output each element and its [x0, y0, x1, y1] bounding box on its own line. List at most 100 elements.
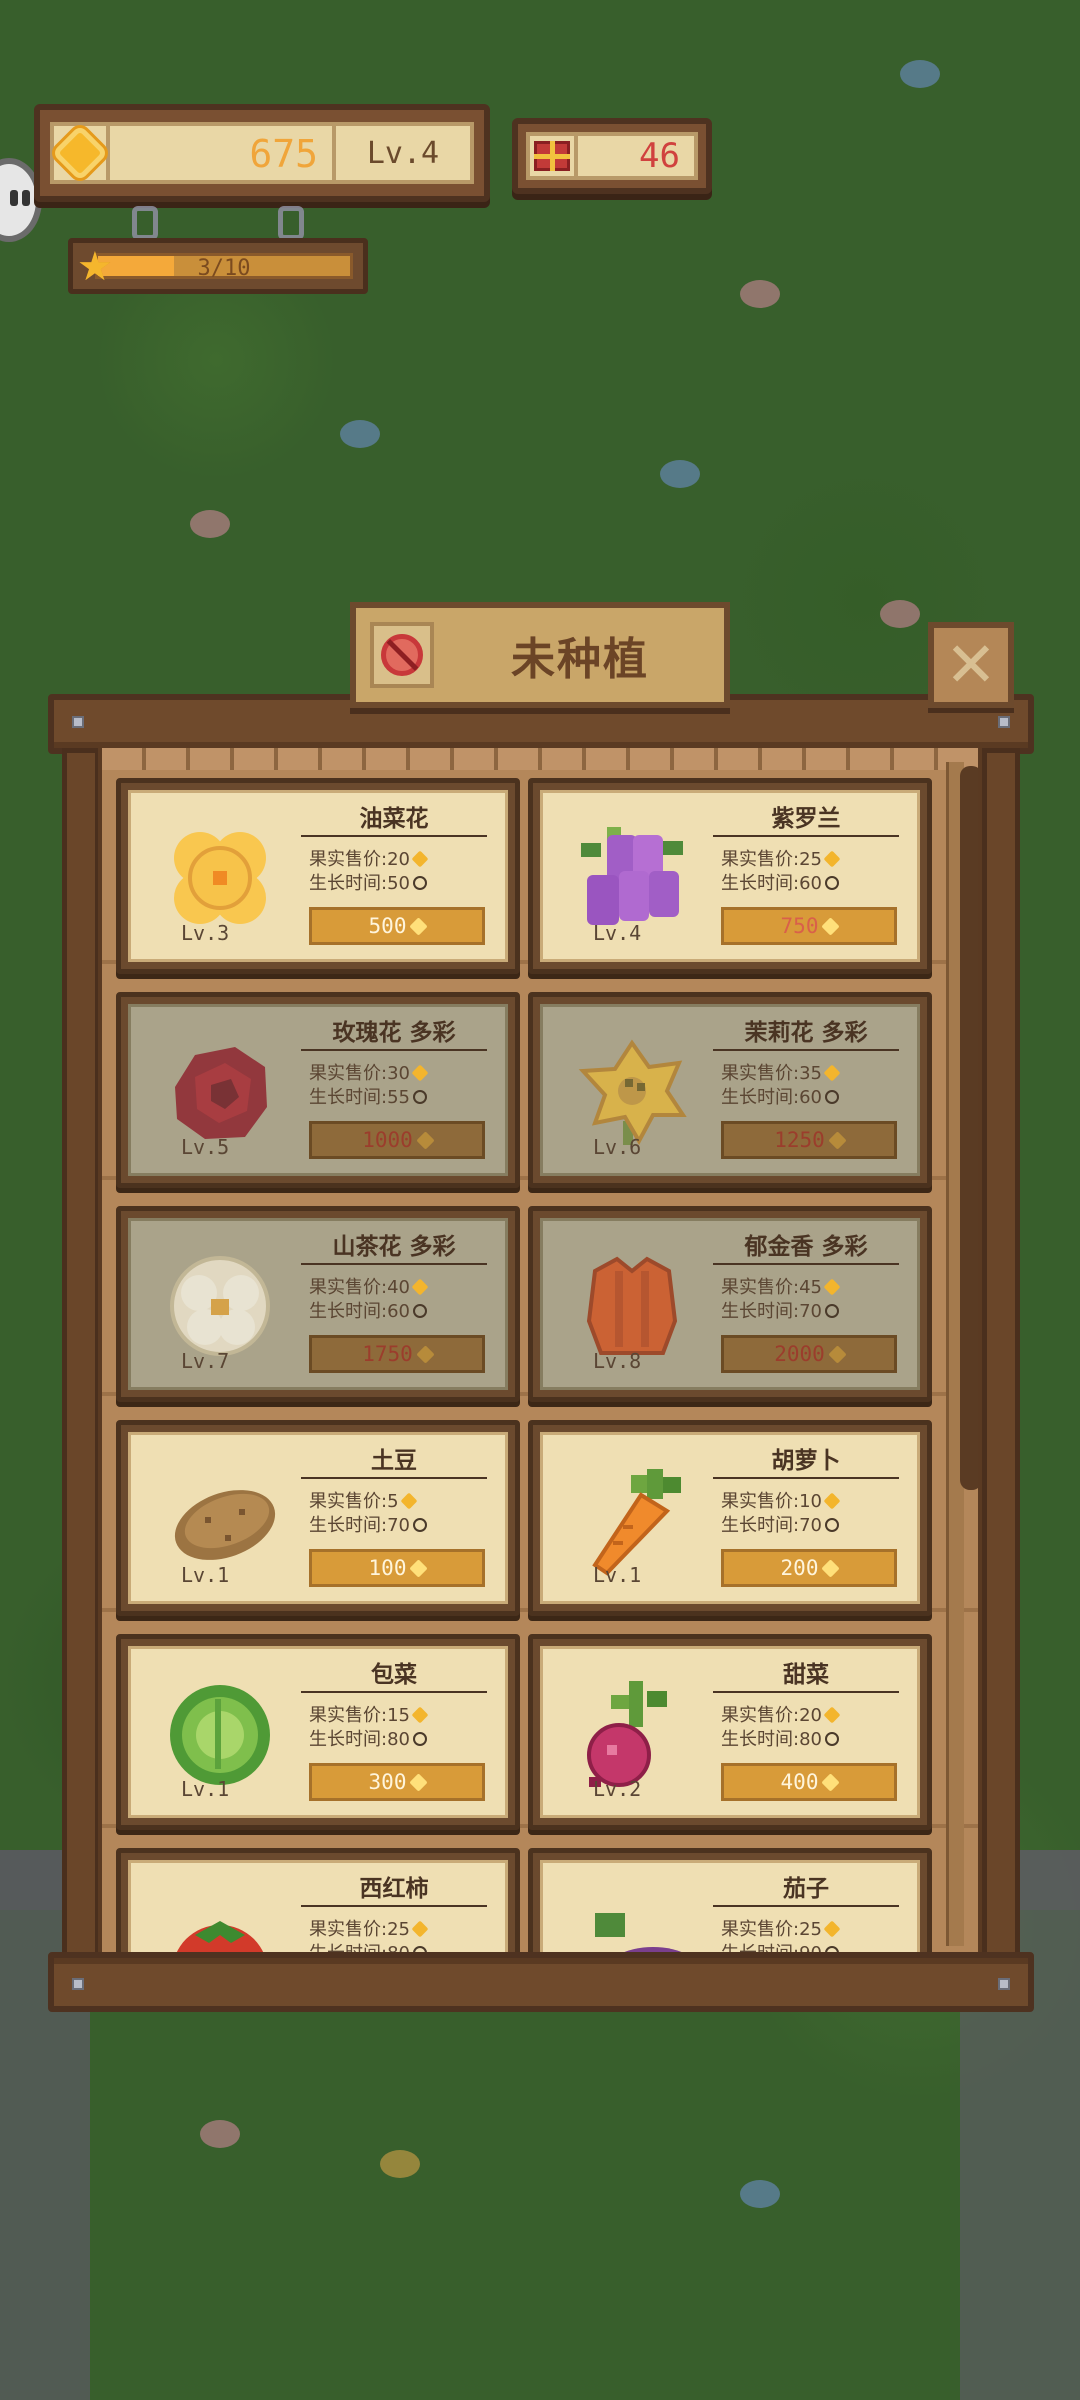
plant-list-board[interactable]: 油菜花 果实售价:20 生长时间:50 Lv.3 500 紫罗兰 果实售价:25 生长时间:6…: [98, 748, 982, 1954]
gift-icon: [534, 141, 570, 171]
grow-time-label: 生长时间:: [309, 1087, 388, 1108]
required-level: Lv.1: [593, 1563, 642, 1587]
seed-cost: 300: [368, 1770, 407, 1794]
plant-name: 包菜: [301, 1655, 487, 1693]
plant-name: 胡萝卜: [713, 1441, 899, 1479]
fruit-price-label: 果实售价:: [309, 1919, 388, 1940]
buy-seed-button[interactable]: 200: [721, 1549, 897, 1587]
coin-icon: [411, 850, 429, 868]
seed-cost: 200: [780, 1556, 819, 1580]
grow-time-line: 生长时间:70: [721, 1297, 839, 1323]
fruit-price-label: 果实售价:: [309, 1705, 388, 1726]
fruit-price-line: 果实售价:45: [721, 1273, 841, 1299]
grow-time-line: 生长时间:80: [309, 1725, 427, 1751]
clock-icon: [412, 1518, 427, 1532]
buy-seed-button[interactable]: 1000: [309, 1121, 485, 1159]
background-flower: [740, 280, 780, 308]
plant-name: 茉莉花 多彩: [713, 1013, 899, 1051]
plant-card-body: 胡萝卜 果实售价:10 生长时间:70 Lv.1 200: [540, 1432, 920, 1604]
fruit-price-label: 果实售价:: [309, 1277, 388, 1298]
fruit-price-label: 果实售价:: [721, 1491, 800, 1512]
tomato-icon: [155, 1883, 285, 1954]
clock-icon: [412, 1732, 427, 1746]
plant-card-body: 茄子 果实售价:25 生长时间:90: [540, 1860, 920, 1954]
buy-seed-button[interactable]: 100: [309, 1549, 485, 1587]
grow-time-line: 生长时间:55: [309, 1083, 427, 1109]
coin-icon: [823, 1920, 841, 1938]
buy-seed-button[interactable]: 1250: [721, 1121, 897, 1159]
grow-time-label: 生长时间:: [309, 1515, 388, 1536]
coin-icon: [823, 1064, 841, 1082]
clock-icon: [824, 1090, 839, 1104]
buy-seed-button[interactable]: 1750: [309, 1335, 485, 1373]
background-flower: [900, 60, 940, 88]
bolt-icon: [72, 1978, 84, 1990]
plant-card[interactable]: 包菜果实售价:15 生长时间:80 Lv.1 300: [116, 1634, 520, 1830]
plant-card[interactable]: 油菜花 果实售价:20 生长时间:50 Lv.3 500: [116, 778, 520, 974]
plant-card[interactable]: 甜菜 果实售价:20 生长时间:80 Lv.2 400: [528, 1634, 932, 1830]
buy-seed-button[interactable]: 2000: [721, 1335, 897, 1373]
background-flower: [190, 510, 230, 538]
seed-cost: 1250: [774, 1128, 825, 1152]
fruit-price-value: 30: [387, 1063, 410, 1084]
plant-name: 西红柿: [301, 1869, 487, 1907]
fruit-price-line: 果实售价:35: [721, 1059, 841, 1085]
required-level: Lv.6: [593, 1135, 642, 1159]
plant-card-body: 土豆 果实售价:5 生长时间:70 Lv.1 100: [128, 1432, 508, 1604]
fruit-price-line: 果实售价:25: [721, 845, 841, 871]
close-button[interactable]: ✕: [928, 622, 1014, 708]
plant-card[interactable]: 胡萝卜 果实售价:10 生长时间:70 Lv.1 200: [528, 1420, 932, 1616]
buy-seed-button[interactable]: 300: [309, 1763, 485, 1801]
plant-card[interactable]: 紫罗兰 果实售价:25 生长时间:60 Lv.4 750: [528, 778, 932, 974]
background-flower: [200, 2120, 240, 2148]
coin-icon: [416, 1130, 435, 1150]
gift-panel[interactable]: 46: [512, 118, 712, 194]
panel-right-post: [982, 748, 1020, 1958]
xp-text: 3/10: [197, 256, 251, 281]
plant-card[interactable]: 茉莉花 多彩 果实售价:35 生长时间:60 Lv.6 1250: [528, 992, 932, 1188]
coin-icon: [400, 1492, 418, 1510]
plant-card[interactable]: 山茶花 多彩 果实售价:40 生长时间:60 Lv.7 1750: [116, 1206, 520, 1402]
coin-icon: [821, 1558, 841, 1578]
plant-name: 甜菜: [713, 1655, 899, 1693]
fruit-price-value: 25: [799, 849, 822, 870]
required-level: Lv.4: [593, 921, 642, 945]
plant-card[interactable]: 茄子 果实售价:25 生长时间:90: [528, 1848, 932, 1954]
fruit-price-line: 果实售价:30: [309, 1059, 429, 1085]
required-level: Lv.1: [181, 1777, 230, 1801]
fruit-price-label: 果实售价:: [721, 1063, 800, 1084]
grow-time-label: 生长时间:: [721, 1301, 800, 1322]
plant-name: 玫瑰花 多彩: [301, 1013, 487, 1051]
fruit-price-value: 20: [387, 849, 410, 870]
required-level: Lv.7: [181, 1349, 230, 1373]
buy-seed-button[interactable]: 400: [721, 1763, 897, 1801]
plant-card-body: 甜菜 果实售价:20 生长时间:80 Lv.2 400: [540, 1646, 920, 1818]
fruit-price-line: 果实售价:20: [309, 845, 429, 871]
coin-icon: [823, 1492, 841, 1510]
buy-seed-button[interactable]: 500: [309, 907, 485, 945]
plant-card-body: 油菜花 果实售价:20 生长时间:50 Lv.3 500: [128, 790, 508, 962]
background-flower: [660, 460, 700, 488]
required-level: Lv.1: [181, 1563, 230, 1587]
plant-card[interactable]: 郁金香 多彩 果实售价:45 生长时间:70 Lv.8 2000: [528, 1206, 932, 1402]
plant-card-body: 玫瑰花 多彩果实售价:30 生长时间:55 Lv.5 1000: [128, 1004, 508, 1176]
seed-cost: 2000: [774, 1342, 825, 1366]
gift-count: 46: [639, 136, 680, 176]
plant-card[interactable]: 西红柿 果实售价:25 生长时间:80: [116, 1848, 520, 1954]
clock-icon: [412, 876, 427, 890]
chain-decoration: [132, 206, 158, 240]
fruit-price-value: 15: [387, 1705, 410, 1726]
fruit-price-line: 果实售价:40: [309, 1273, 429, 1299]
fruit-price-line: 果实售价:25: [309, 1915, 429, 1941]
coin-icon: [828, 1130, 847, 1150]
plant-name: 土豆: [301, 1441, 487, 1479]
grow-time-label: 生长时间:: [309, 1729, 388, 1750]
required-level: Lv.5: [181, 1135, 230, 1159]
scrollbar-thumb[interactable]: [960, 766, 978, 1490]
grow-time-line: 生长时间:80: [721, 1725, 839, 1751]
buy-seed-button[interactable]: 750: [721, 907, 897, 945]
fruit-price-label: 果实售价:: [309, 1491, 388, 1512]
seed-cost: 100: [368, 1556, 407, 1580]
plant-card[interactable]: 玫瑰花 多彩果实售价:30 生长时间:55 Lv.5 1000: [116, 992, 520, 1188]
plant-card[interactable]: 土豆 果实售价:5 生长时间:70 Lv.1 100: [116, 1420, 520, 1616]
